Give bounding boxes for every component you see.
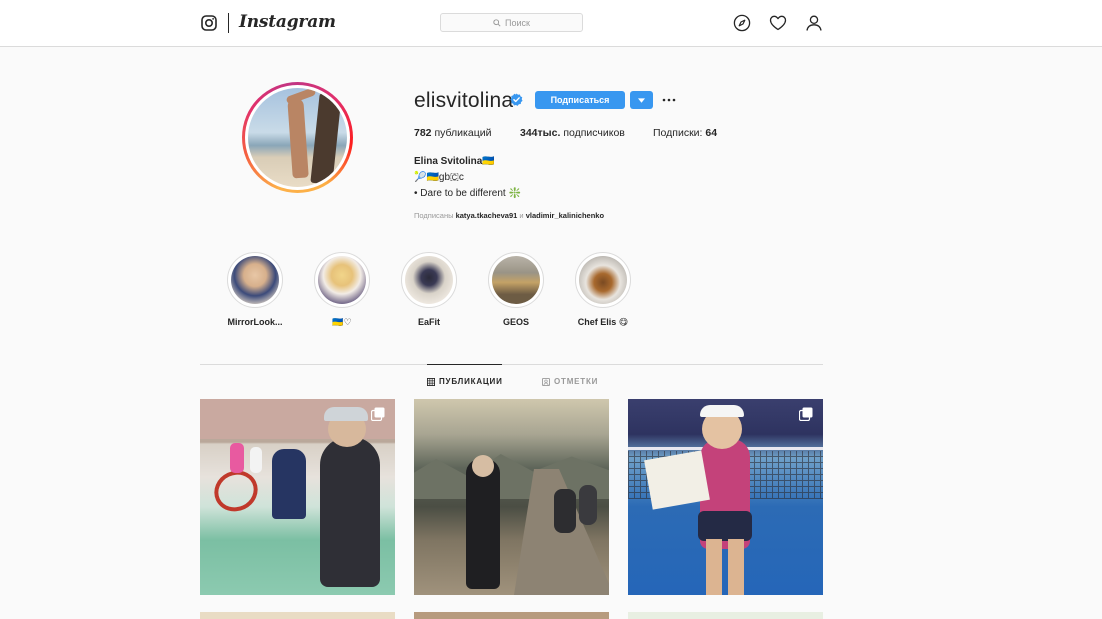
highlight-circle — [314, 252, 370, 308]
avatar-inner-border — [245, 85, 350, 190]
highlight-item[interactable]: GEOS — [487, 252, 545, 327]
tagged-icon — [542, 377, 550, 386]
follow-button[interactable]: Подписаться — [535, 91, 625, 109]
post-photo-detail — [579, 485, 597, 525]
following-label: Подписки: — [653, 127, 703, 139]
search-placeholder: Поиск — [505, 17, 530, 28]
posts-label: публикаций — [434, 127, 492, 139]
post-photo-detail — [706, 539, 722, 595]
highlight-thumbnail — [231, 256, 279, 304]
followed-by: Подписаны katya.tkacheva91 и vladimir_ka… — [414, 211, 604, 220]
post-thumbnail[interactable] — [628, 399, 823, 595]
search-icon — [493, 18, 501, 27]
tabs-divider — [200, 364, 823, 365]
avatar-photo-figure — [287, 97, 309, 179]
highlight-thumbnail — [405, 256, 453, 304]
instagram-wordmark[interactable]: Instagram — [239, 12, 336, 32]
highlight-label: 🇺🇦♡ — [332, 317, 352, 327]
highlight-item[interactable]: 🇺🇦♡ — [313, 252, 371, 328]
suggestions-dropdown-button[interactable] — [630, 91, 653, 109]
followed-by-connector: и — [519, 211, 524, 220]
post-photo-detail — [700, 405, 744, 417]
tab-posts[interactable]: ПУБЛИКАЦИИ — [427, 377, 503, 386]
profile-icon[interactable] — [805, 14, 823, 32]
verified-badge-icon — [510, 93, 523, 106]
highlight-label: Chef Elis 😋 — [577, 317, 629, 327]
highlight-circle — [575, 252, 631, 308]
more-options-icon[interactable] — [662, 94, 676, 106]
instagram-camera-icon[interactable] — [201, 15, 217, 31]
grid-icon — [427, 377, 435, 386]
post-photo-detail — [554, 489, 576, 533]
highlight-circle — [401, 252, 457, 308]
post-photo-detail — [230, 443, 244, 473]
instagram-logo[interactable]: Instagram — [201, 12, 336, 34]
tab-tagged[interactable]: ОТМЕТКИ — [542, 377, 598, 386]
followed-by-prefix: Подписаны — [414, 211, 454, 220]
search-input[interactable]: Поиск — [440, 13, 583, 32]
followers-count: 344тыс. — [520, 127, 561, 139]
followers-label: подписчиков — [563, 127, 625, 139]
highlight-circle — [227, 252, 283, 308]
explore-compass-icon[interactable] — [733, 14, 751, 32]
stat-posts: 782 публикаций — [414, 127, 491, 139]
followed-by-user-2[interactable]: vladimir_kalinichenko — [526, 211, 604, 220]
stat-following[interactable]: Подписки: 64 — [653, 127, 717, 139]
followed-by-user-1[interactable]: katya.tkacheva91 — [456, 211, 518, 220]
post-thumbnail[interactable] — [414, 612, 609, 619]
highlight-thumbnail — [492, 256, 540, 304]
highlight-item[interactable]: EaFit — [400, 252, 458, 327]
post-thumbnail[interactable] — [200, 399, 395, 595]
bio-line-2: • Dare to be different ❇️ — [414, 188, 521, 199]
post-photo-detail — [250, 447, 262, 473]
post-thumbnail[interactable] — [414, 399, 609, 595]
following-count: 64 — [705, 127, 718, 139]
post-photo-detail — [728, 539, 744, 595]
highlight-circle — [488, 252, 544, 308]
stat-followers[interactable]: 344тыс. подписчиков — [520, 127, 625, 139]
post-photo-detail — [644, 450, 710, 510]
posts-count: 782 — [414, 127, 432, 139]
active-tab-indicator — [427, 364, 502, 365]
highlight-thumbnail — [579, 256, 627, 304]
post-photo-detail — [698, 511, 752, 541]
highlight-item[interactable]: MirrorLook... — [226, 252, 284, 327]
highlight-label: GEOS — [502, 317, 529, 327]
caret-down-icon — [638, 97, 645, 103]
avatar-photo-post — [310, 93, 342, 185]
highlight-label: EaFit — [417, 317, 440, 327]
top-navigation-bar: Instagram Поиск — [0, 0, 1102, 47]
heart-icon[interactable] — [769, 14, 787, 32]
tab-posts-label: ПУБЛИКАЦИИ — [439, 377, 503, 386]
highlight-item[interactable]: Chef Elis 😋 — [574, 252, 632, 328]
carousel-multi-icon — [799, 407, 813, 421]
post-photo-detail — [320, 437, 380, 587]
highlight-label: MirrorLook... — [227, 317, 283, 327]
post-thumbnail[interactable] — [628, 612, 823, 619]
post-photo-detail — [324, 407, 368, 421]
profile-bio: Elina Svitolina🇺🇦 🎾🇺🇦gb🇨c • Dare to be d… — [414, 154, 521, 202]
post-photo-detail — [472, 455, 494, 477]
highlight-thumbnail — [318, 256, 366, 304]
nav-icons — [733, 14, 823, 32]
profile-avatar[interactable] — [242, 82, 353, 193]
post-photo-detail — [272, 449, 306, 519]
tab-tagged-label: ОТМЕТКИ — [554, 377, 599, 386]
carousel-multi-icon — [371, 407, 385, 421]
profile-full-name: Elina Svitolina🇺🇦 — [414, 156, 495, 167]
profile-username: elisvitolina — [414, 89, 514, 112]
post-thumbnail[interactable] — [200, 612, 395, 619]
post-photo-detail — [466, 459, 500, 589]
avatar-photo — [248, 88, 347, 187]
bio-line-1: 🎾🇺🇦gb🇨c — [414, 172, 464, 183]
logo-divider — [228, 13, 229, 33]
